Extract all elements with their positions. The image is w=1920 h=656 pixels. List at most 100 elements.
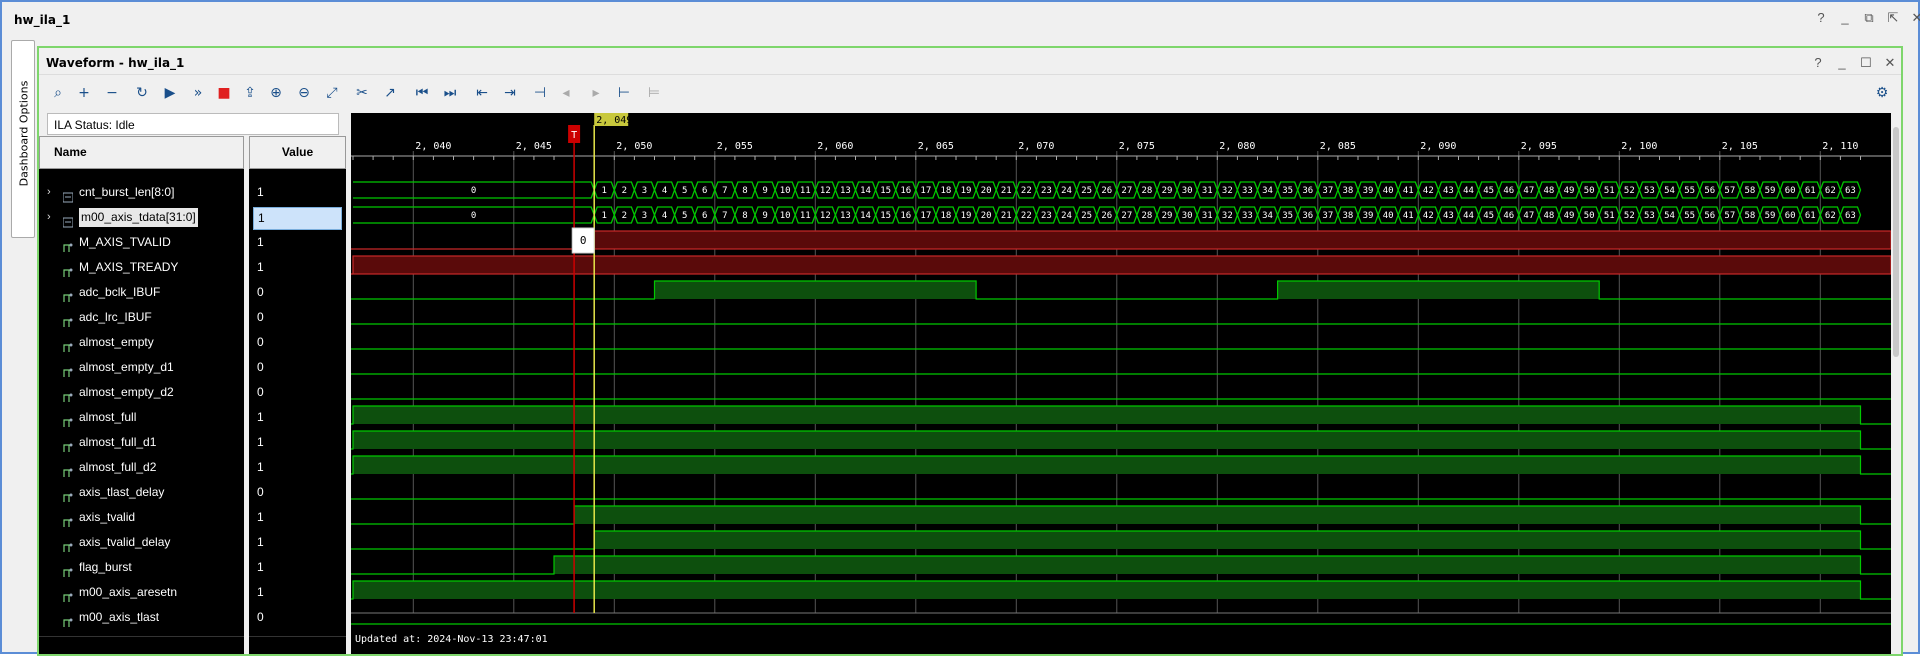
bus-value-label: 41 <box>1403 186 1414 196</box>
bus-value-label: 24 <box>1061 186 1072 196</box>
signal-value: 1 <box>257 585 264 599</box>
bus-value-label: 58 <box>1745 186 1756 196</box>
bus-value-label: 47 <box>1523 186 1534 196</box>
signal-row[interactable]: axis_tvalid_delay <box>39 530 244 555</box>
signal-row[interactable]: almost_empty_d2 <box>39 380 244 405</box>
bit-signal-icon <box>63 262 73 277</box>
bit-wave-high <box>554 556 1861 574</box>
bus-value-label: 59 <box>1765 186 1776 196</box>
window-control-3[interactable]: ⇱ <box>1884 10 1902 26</box>
run-trigger-immediate-icon[interactable]: ↻ <box>131 82 153 104</box>
next-transition-icon[interactable]: ⇥ <box>499 82 521 104</box>
vertical-scrollbar[interactable] <box>1891 113 1901 654</box>
signal-row[interactable]: almost_full_d1 <box>39 430 244 455</box>
signal-name: m00_axis_tlast <box>79 610 160 624</box>
signal-row[interactable]: adc_lrc_IBUF <box>39 305 244 330</box>
export-icon[interactable]: ⇪ <box>239 82 261 104</box>
waveform-canvas[interactable]: 2, 040 2, 045 2, 050 2, 055 2, 060 2, 065 2, 0… <box>351 113 1891 654</box>
window-control-0[interactable]: ? <box>1812 10 1830 26</box>
bus-value-label: 62 <box>1825 186 1836 196</box>
bit-wave-high <box>1277 281 1600 299</box>
minus-icon[interactable]: − <box>101 82 123 104</box>
trigger-marker-label: T <box>571 130 577 141</box>
signal-row[interactable]: almost_full_d2 <box>39 455 244 480</box>
bus-value-label: 36 <box>1302 211 1313 221</box>
panel-control-1[interactable]: _ <box>1833 55 1851 71</box>
previous-transition-icon[interactable]: ⇤ <box>471 82 493 104</box>
signal-name: adc_lrc_IBUF <box>79 310 152 324</box>
swap-cursors-icon[interactable]: ⊢ <box>613 82 635 104</box>
zoom-cursor-icon[interactable]: ✂ <box>351 82 373 104</box>
panel-control-0[interactable]: ? <box>1809 55 1827 71</box>
signal-row[interactable]: almost_empty <box>39 330 244 355</box>
run-trigger-icon[interactable]: ▶ <box>159 82 181 104</box>
signal-row[interactable]: axis_tvalid <box>39 505 244 530</box>
bit-signal-icon <box>63 312 73 327</box>
settings-gear-icon[interactable]: ⚙ <box>1871 82 1893 104</box>
signal-row[interactable]: almost_empty_d1 <box>39 355 244 380</box>
signal-row[interactable]: › m00_axis_tdata[31:0] <box>39 205 244 230</box>
bus-value-label: 39 <box>1363 186 1374 196</box>
bus-value-label: 53 <box>1644 186 1655 196</box>
bus-value-label: 44 <box>1463 186 1474 196</box>
bus-value-label: 28 <box>1142 186 1153 196</box>
go-to-cursor-icon[interactable]: ↗ <box>379 82 401 104</box>
bus-value-label: 32 <box>1222 186 1233 196</box>
zoom-in-icon[interactable]: ⊕ <box>265 82 287 104</box>
go-to-start-icon[interactable]: ⏮ <box>411 82 433 104</box>
window-control-1[interactable]: _ <box>1836 10 1854 26</box>
expand-chevron-icon[interactable]: › <box>47 180 51 205</box>
panel-control-2[interactable]: ☐ <box>1857 55 1875 71</box>
waveform-panel-title: Waveform - hw_ila_1 <box>46 56 185 70</box>
window-control-2[interactable]: ⧉ <box>1860 10 1878 26</box>
bus-value-label: 35 <box>1282 186 1293 196</box>
bus-value-label: 40 <box>1383 211 1394 221</box>
time-axis-label: 2, 085 <box>1320 141 1356 152</box>
add-marker-icon[interactable]: ⊣ <box>529 82 551 104</box>
bus-value-label: 34 <box>1262 211 1273 221</box>
signal-row[interactable]: › cnt_burst_len[8:0] <box>39 180 244 205</box>
go-to-end-icon[interactable]: ⏭ <box>439 82 461 104</box>
signal-row[interactable]: adc_bclk_IBUF <box>39 280 244 305</box>
previous-marker-icon[interactable]: ◂ <box>555 82 577 104</box>
signal-row[interactable]: axis_tlast_delay <box>39 480 244 505</box>
window-control-4[interactable]: ✕ <box>1908 10 1920 26</box>
value-column-header[interactable]: Value <box>249 136 346 169</box>
bus-value-label: 17 <box>920 186 931 196</box>
signal-value: 1 <box>257 435 264 449</box>
zoom-fit-icon[interactable]: ⤢ <box>321 82 343 104</box>
scrollbar-thumb[interactable] <box>1893 127 1899 357</box>
plus-icon[interactable]: + <box>73 82 95 104</box>
run-continuous-icon[interactable]: » <box>187 82 209 104</box>
bus-value-label: 4 <box>662 186 667 196</box>
signal-row[interactable]: M_AXIS_TREADY <box>39 255 244 280</box>
time-axis-label: 2, 080 <box>1219 141 1255 152</box>
panel-control-3[interactable]: ✕ <box>1881 55 1899 71</box>
bus-value-label: 54 <box>1664 211 1675 221</box>
signal-row[interactable]: m00_axis_tlast <box>39 605 244 630</box>
bus-value-label: 57 <box>1724 186 1735 196</box>
bit-signal-icon <box>63 537 73 552</box>
signal-row[interactable]: flag_burst <box>39 555 244 580</box>
bus-value-label: 49 <box>1564 211 1575 221</box>
zoom-out-icon[interactable]: ⊖ <box>293 82 315 104</box>
next-marker-icon[interactable]: ▸ <box>585 82 607 104</box>
name-column-header[interactable]: Name <box>39 136 244 169</box>
bus-value-label: 8 <box>742 186 747 196</box>
fix-cursor-icon[interactable]: ⊨ <box>643 82 665 104</box>
stop-icon[interactable]: ■ <box>213 82 235 104</box>
expand-chevron-icon[interactable]: › <box>47 205 51 230</box>
time-axis-label: 2, 050 <box>616 141 652 152</box>
dashboard-options-tab[interactable]: Dashboard Options <box>11 40 35 238</box>
signal-row[interactable]: m00_axis_aresetn <box>39 580 244 605</box>
ila-status: ILA Status: Idle <box>47 113 339 135</box>
panel-divider <box>39 636 244 637</box>
search-icon[interactable]: ⌕ <box>47 82 69 104</box>
signal-row[interactable]: M_AXIS_TVALID <box>39 230 244 255</box>
bus-value-label: 56 <box>1704 186 1715 196</box>
bus-value-label: 27 <box>1121 211 1132 221</box>
bit-signal-icon <box>63 487 73 502</box>
bus-value-label: 55 <box>1684 211 1695 221</box>
bus-value-label: 5 <box>682 186 687 196</box>
signal-row[interactable]: almost_full <box>39 405 244 430</box>
